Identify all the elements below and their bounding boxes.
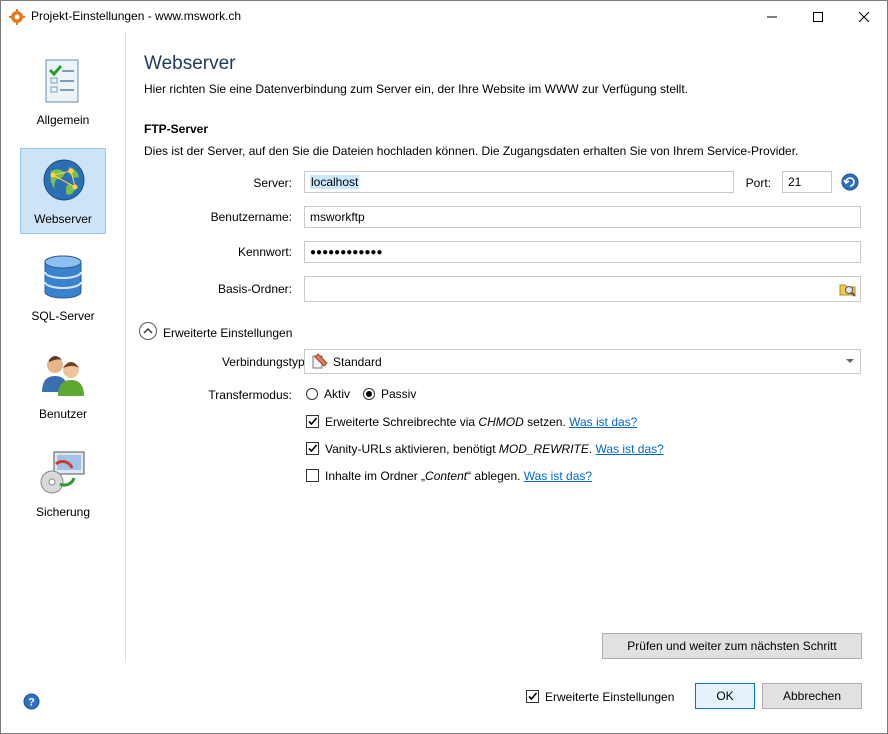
browse-folder-icon[interactable] (839, 281, 857, 297)
option-text: Vanity-URLs aktivieren, benötigt (325, 442, 499, 456)
sidebar: Allgemein Webserver SQL-Server Benutzer … (1, 32, 126, 662)
gear-app-icon (9, 9, 25, 25)
content-option-text: Inhalte im Ordner „Content“ ablegen. Was… (325, 469, 592, 483)
base-folder-label: Basis-Ordner: (217, 282, 292, 296)
sidebar-item-allgemein[interactable]: Allgemein (20, 50, 106, 136)
sidebar-item-label: SQL-Server (31, 309, 95, 323)
chevron-down-icon (846, 359, 854, 363)
option-emphasis: MOD_REWRITE (498, 442, 589, 456)
checkmark-icon (308, 417, 318, 426)
server-label: Server: (253, 176, 292, 190)
port-input[interactable]: 21 (782, 171, 832, 193)
port-label: Port: (745, 176, 771, 190)
check-next-button[interactable]: Prüfen und weiter zum nächsten Schritt (602, 633, 862, 659)
username-label: Benutzername: (210, 210, 292, 224)
advanced-toggle-label[interactable]: Erweiterte Einstellungen (163, 326, 292, 340)
option-emphasis: CHMOD (478, 415, 524, 429)
sidebar-item-benutzer[interactable]: Benutzer (20, 344, 106, 430)
chmod-option-text: Erweiterte Schreibrechte via CHMOD setze… (325, 415, 637, 429)
advanced-settings-label[interactable]: Erweiterte Einstellungen (545, 690, 674, 704)
rewrite-help-link[interactable]: Was ist das? (596, 442, 664, 456)
checklist-icon (45, 59, 79, 103)
advanced-settings-checkbox[interactable] (526, 690, 539, 703)
sidebar-item-sicherung[interactable]: Sicherung (20, 442, 106, 528)
mode-passive-radio[interactable] (363, 388, 375, 400)
sidebar-item-label: Benutzer (38, 407, 88, 421)
close-icon (859, 11, 869, 22)
sidebar-item-webserver[interactable]: Webserver (20, 148, 106, 234)
sidebar-item-label: Webserver (34, 212, 92, 226)
connection-type-label: Verbindungstyp: (221, 355, 308, 369)
database-icon (44, 255, 82, 299)
password-input[interactable]: ●●●●●●●●●●●● (304, 241, 861, 263)
rewrite-option-text: Vanity-URLs aktivieren, benötigt MOD_REW… (325, 442, 664, 456)
mode-active-label[interactable]: Aktiv (324, 387, 350, 401)
connection-type-select[interactable]: Standard (304, 349, 861, 374)
minimize-icon (767, 16, 777, 17)
sidebar-item-sql-server[interactable]: SQL-Server (20, 246, 106, 332)
option-text: Erweiterte Schreibrechte via (325, 415, 479, 429)
page-description: Hier richten Sie eine Datenverbindung zu… (144, 82, 689, 96)
mode-active-radio[interactable] (306, 388, 318, 400)
chmod-checkbox[interactable] (306, 415, 319, 428)
chevron-up-icon (143, 327, 153, 334)
ftp-description: Dies ist der Server, auf den Sie die Dat… (144, 144, 799, 158)
maximize-icon (813, 11, 823, 22)
title-bar: Projekt-Einstellungen - www.mswork.ch (1, 1, 887, 32)
content-help-link[interactable]: Was ist das? (524, 469, 592, 483)
checkmark-icon (528, 692, 538, 701)
minimize-button[interactable] (749, 1, 795, 32)
content-folder-checkbox[interactable] (306, 469, 319, 482)
backup-icon (40, 451, 85, 494)
option-text: Inhalte im Ordner „ (325, 469, 426, 483)
password-label: Kennwort: (237, 245, 292, 259)
help-icon[interactable]: ? (23, 693, 40, 710)
close-button[interactable] (841, 1, 887, 32)
server-value: localhost (310, 175, 360, 189)
svg-text:?: ? (28, 697, 35, 709)
ftp-heading: FTP-Server (144, 122, 209, 136)
option-emphasis: Content (425, 469, 468, 483)
server-input[interactable]: localhost (304, 171, 734, 193)
dialog-window: Projekt-Einstellungen - www.mswork.ch Al… (0, 0, 888, 734)
page-title: Webserver (144, 53, 236, 74)
window-title: Projekt-Einstellungen - www.mswork.ch (31, 9, 242, 23)
reset-port-icon[interactable] (841, 173, 859, 191)
mode-passive-label[interactable]: Passiv (381, 387, 416, 401)
option-text: setzen. (523, 415, 566, 429)
sidebar-item-label: Allgemein (36, 113, 90, 127)
checkmark-icon (308, 444, 318, 453)
users-icon (42, 356, 84, 396)
rewrite-checkbox[interactable] (306, 442, 319, 455)
transfer-mode-label: Transfermodus: (208, 388, 292, 402)
advanced-toggle-button[interactable] (139, 322, 157, 340)
base-folder-input[interactable] (304, 276, 861, 302)
option-text: . (588, 442, 593, 456)
sidebar-item-label: Sicherung (35, 505, 91, 519)
username-input[interactable]: msworkftp (304, 206, 861, 228)
connection-type-icon (312, 353, 328, 369)
maximize-button[interactable] (795, 1, 841, 32)
globe-icon (43, 159, 85, 201)
option-text: “ ablegen. (467, 469, 521, 483)
ok-button[interactable]: OK (695, 683, 755, 709)
connection-type-value: Standard (333, 355, 382, 369)
chmod-help-link[interactable]: Was ist das? (569, 415, 637, 429)
cancel-button[interactable]: Abbrechen (762, 683, 862, 709)
